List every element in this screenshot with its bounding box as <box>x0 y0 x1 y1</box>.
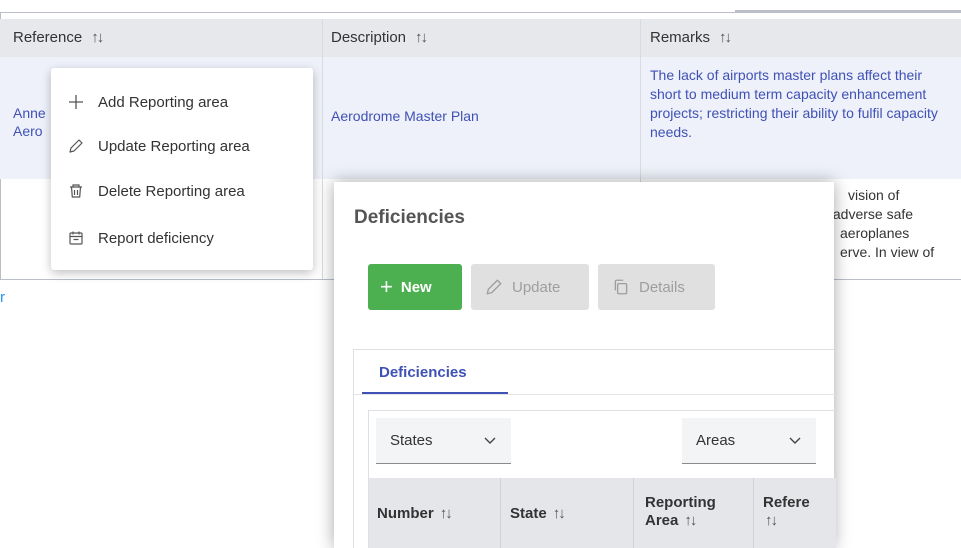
column-divider <box>500 478 501 548</box>
states-filter[interactable]: States <box>376 418 511 464</box>
column-divider <box>753 478 754 548</box>
column-header-remarks[interactable]: Remarks ↑↓ <box>650 19 732 57</box>
calendar-icon <box>66 228 86 248</box>
sort-icon[interactable]: ↑↓ <box>91 29 104 46</box>
deficiencies-table: States Areas Number ↑↓ State ↑↓ Reporting … <box>368 410 836 548</box>
deficiencies-table-header: Number ↑↓ State ↑↓ Reporting Area ↑↓ Refere… <box>369 478 836 548</box>
panel-title: Deficiencies <box>354 207 465 228</box>
new-button[interactable]: + New <box>368 264 462 310</box>
trash-icon <box>66 181 86 201</box>
context-menu: Add Reporting area Update Reporting area… <box>51 68 313 270</box>
copy-icon <box>612 278 630 296</box>
description-link[interactable]: Aerodrome Master Plan <box>331 108 479 124</box>
details-button[interactable]: Details <box>598 264 715 310</box>
pencil-icon <box>485 278 503 296</box>
plus-icon <box>66 92 86 112</box>
sort-icon[interactable]: ↑↓ <box>440 505 453 522</box>
menu-item-add-reporting-area[interactable]: Add Reporting area <box>66 88 228 116</box>
column-divider <box>322 19 323 279</box>
sort-icon[interactable]: ↑↓ <box>553 505 566 522</box>
column-header-number[interactable]: Number ↑↓ <box>377 505 453 523</box>
menu-item-report-deficiency[interactable]: Report deficiency <box>66 224 214 252</box>
sort-icon[interactable]: ↑↓ <box>415 29 428 46</box>
column-header-description[interactable]: Description ↑↓ <box>331 19 428 57</box>
chevron-down-icon <box>484 437 496 444</box>
pencil-icon <box>66 136 86 156</box>
column-header-reporting-area[interactable]: Reporting Area ↑↓ <box>645 494 716 530</box>
table-header: Reference ↑↓ Description ↑↓ Remarks ↑↓ <box>0 19 961 57</box>
areas-filter[interactable]: Areas <box>682 418 816 464</box>
menu-item-delete-reporting-area[interactable]: Delete Reporting area <box>66 177 245 205</box>
sort-icon[interactable]: ↑↓ <box>719 29 732 46</box>
reference-link[interactable]: Anne Aero <box>13 104 46 140</box>
column-header-state[interactable]: State ↑↓ <box>510 505 566 523</box>
update-button[interactable]: Update <box>471 264 589 310</box>
column-header-reference[interactable]: Reference ↑↓ <box>13 19 104 57</box>
sort-icon[interactable]: ↑↓ <box>765 512 778 529</box>
tab-divider <box>354 394 835 395</box>
remarks-link[interactable]: The lack of airports master plans affect… <box>650 66 950 142</box>
menu-item-update-reporting-area[interactable]: Update Reporting area <box>66 132 250 160</box>
column-header-reference[interactable]: Refere ↑↓ <box>763 494 836 530</box>
column-divider <box>633 478 634 548</box>
deficiencies-panel: Deficiencies + New Update Details Defici… <box>334 182 836 548</box>
partial-link[interactable]: r <box>0 289 5 306</box>
tab-deficiencies[interactable]: Deficiencies <box>379 364 467 381</box>
sort-icon[interactable]: ↑↓ <box>684 512 697 529</box>
plus-icon: + <box>380 274 393 299</box>
chevron-down-icon <box>789 437 801 444</box>
tab-container: Deficiencies States Areas Number ↑↓ State… <box>353 349 836 548</box>
